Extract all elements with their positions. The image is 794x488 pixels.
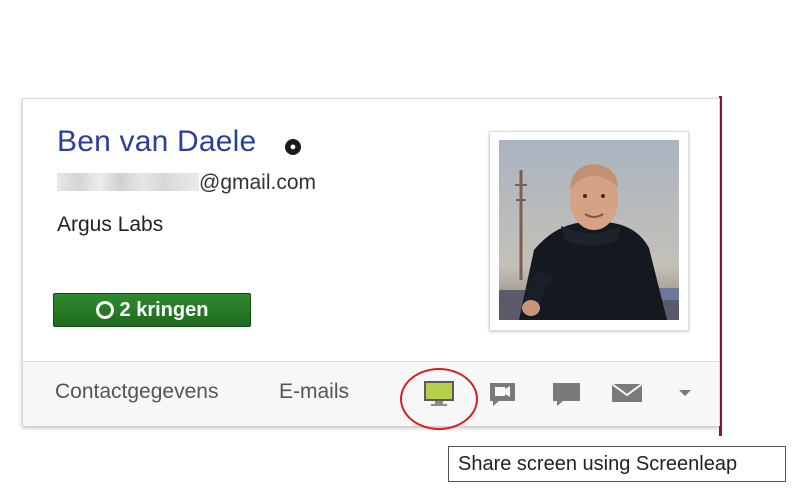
profile-badge-icon: ● — [285, 139, 301, 155]
circle-icon — [95, 301, 114, 319]
more-dropdown-icon[interactable] — [665, 376, 705, 410]
email-redacted-part — [57, 173, 199, 191]
profile-email: @gmail.com — [57, 171, 316, 195]
circles-button[interactable]: 2 kringen — [53, 293, 251, 327]
circles-button-label: 2 kringen — [119, 298, 209, 321]
profile-photo-frame[interactable] — [489, 131, 689, 331]
contact-info-link[interactable]: Contactgegevens — [55, 380, 218, 404]
chat-icon[interactable] — [547, 376, 587, 410]
emails-link[interactable]: E-mails — [279, 380, 349, 404]
screenleap-share-icon[interactable] — [419, 376, 459, 410]
screenleap-tooltip: Share screen using Screenleap — [448, 446, 786, 482]
profile-photo — [499, 140, 679, 320]
profile-hovercard: Ben van Daele ● @gmail.com Argus Labs 2 … — [22, 98, 720, 430]
mail-icon[interactable] — [607, 376, 647, 410]
email-domain: @gmail.com — [199, 171, 317, 194]
profile-organization: Argus Labs — [57, 213, 164, 236]
profile-name-link[interactable]: Ben van Daele — [57, 125, 256, 159]
hovercard-action-bar: Contactgegevens E-mails — [23, 361, 719, 430]
video-chat-icon[interactable] — [485, 376, 525, 410]
